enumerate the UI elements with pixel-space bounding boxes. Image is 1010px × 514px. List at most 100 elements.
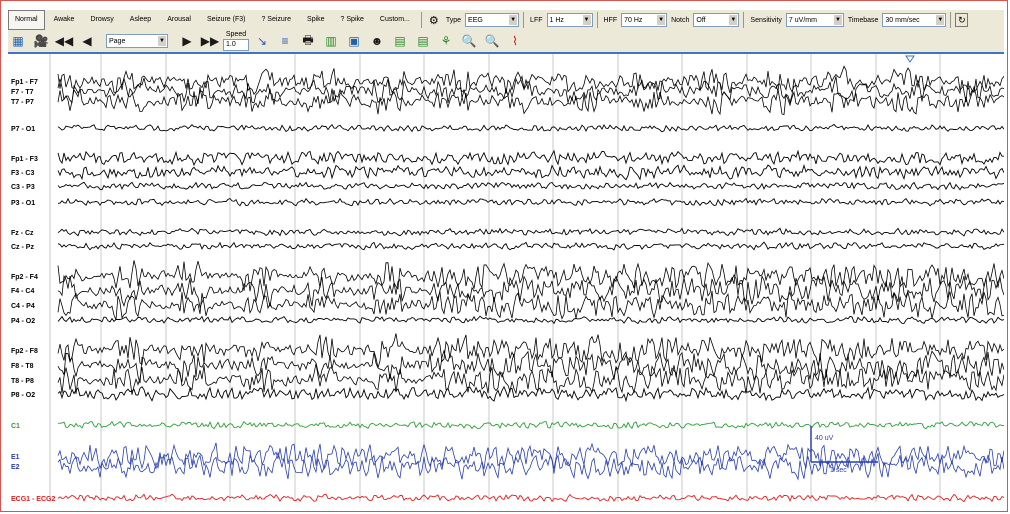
navigation-toolbar: ▦ 🎥 ◀◀ ◀ Page ▼ ▶ ▶▶ Speed 1.0 ↘ ≡ 🖶 ▥ ▣ …: [8, 30, 1004, 53]
channel-trace: [57, 420, 1004, 430]
type-select[interactable]: EEG ▼: [465, 13, 520, 27]
chevron-down-icon: ▼: [657, 15, 666, 25]
channel-label[interactable]: Fp1 - F3: [11, 156, 38, 163]
channel-trace: [57, 363, 1004, 395]
event-possible-spike-button[interactable]: ? Spike: [334, 10, 371, 30]
fast-forward-icon[interactable]: ▶▶: [200, 32, 220, 50]
video-camera-icon[interactable]: 🎥: [31, 32, 51, 50]
network-icon[interactable]: ⚘: [436, 32, 456, 50]
notch-label: Notch: [671, 16, 690, 24]
timebase-label: Timebase: [847, 16, 879, 24]
channel-labels: Fp1 - F7 F7 - T7 T7 - P7 P7 - O1 Fp1 - F3 F3 …: [11, 79, 55, 502]
hff-select[interactable]: 70 Hz ▼: [621, 13, 668, 27]
eeg-trace-area[interactable]: Fp1 - F7 F7 - T7 T7 - P7 P7 - O1 Fp1 - F3 F3 …: [8, 52, 1004, 502]
event-custom-button[interactable]: Custom...: [373, 10, 417, 30]
sensitivity-label: Sensitivity: [750, 16, 782, 24]
channel-label[interactable]: Fz - Cz: [11, 230, 34, 237]
spectrum-icon[interactable]: ▣: [344, 32, 364, 50]
event-drowsy-button[interactable]: Drowsy: [83, 10, 120, 30]
stop-marker-icon[interactable]: ≡: [275, 32, 295, 50]
chevron-down-icon: ▼: [833, 15, 842, 25]
waveform-icon[interactable]: ⌇: [505, 32, 525, 50]
event-toolbar: Normal Awake Drowsy Asleep Arousal Seizu…: [8, 10, 1004, 31]
event-spike-button[interactable]: Spike: [300, 10, 332, 30]
event-normal-button[interactable]: Normal: [8, 10, 45, 30]
chevron-down-icon: ▼: [729, 15, 738, 25]
channel-trace: [57, 260, 1004, 292]
channel-traces: [57, 65, 1004, 502]
eeg-trace-canvas[interactable]: Fp1 - F7 F7 - T7 T7 - P7 P7 - O1 Fp1 - F3 F3 …: [8, 54, 1004, 502]
channel-label[interactable]: F8 - T8: [11, 363, 34, 370]
columns-icon[interactable]: ▥: [321, 32, 341, 50]
save-montage-alt-icon[interactable]: ▤: [413, 32, 433, 50]
channel-trace: [57, 227, 1004, 237]
rewind-icon[interactable]: ◀◀: [54, 32, 74, 50]
channel-trace: [57, 493, 1004, 502]
timebase-select[interactable]: 30 mm/sec ▼: [882, 13, 947, 27]
channel-label[interactable]: T8 - P8: [11, 378, 34, 385]
channel-label[interactable]: C1: [11, 423, 20, 430]
sensitivity-select[interactable]: 7 uV/mm ▼: [785, 13, 844, 27]
channel-label[interactable]: C4 - P4: [11, 303, 35, 310]
refresh-icon[interactable]: ↻: [955, 13, 969, 27]
channel-label[interactable]: C3 - P3: [11, 184, 35, 191]
channel-label[interactable]: P8 - O2: [11, 392, 35, 399]
channel-label[interactable]: E1: [11, 454, 20, 461]
scale-time-label: 1 sec: [830, 467, 847, 474]
toolbar-divider: [420, 12, 422, 28]
step-back-icon[interactable]: ◀: [77, 32, 97, 50]
event-arousal-button[interactable]: Arousal: [160, 10, 198, 30]
channel-trace: [57, 333, 1004, 368]
time-gridlines: [49, 54, 941, 502]
channel-label[interactable]: ECG1 - ECG2: [11, 496, 55, 502]
time-marker-icon[interactable]: [905, 55, 915, 63]
settings-gear-icon[interactable]: ⚙: [426, 12, 442, 28]
chevron-down-icon: ▼: [936, 15, 945, 25]
channel-trace: [57, 274, 1004, 309]
zoom-out-icon[interactable]: 🔍: [482, 32, 502, 50]
toolbar-divider: [523, 12, 525, 28]
print-icon[interactable]: 🖶: [298, 32, 318, 50]
montage-icon[interactable]: ▦: [8, 32, 28, 50]
event-seizure-button[interactable]: Seizure (F3): [200, 10, 253, 30]
page-select[interactable]: Page ▼: [106, 34, 168, 48]
channel-label[interactable]: F7 - T7: [11, 89, 34, 96]
speed-stepper[interactable]: 1.0: [223, 39, 249, 51]
scale-amplitude-label: 40 uV: [815, 435, 834, 442]
toolbar-divider: [950, 12, 952, 28]
chevron-down-icon: ▼: [582, 15, 591, 25]
channel-trace: [57, 149, 1004, 167]
channel-trace: [57, 385, 1004, 403]
lff-select[interactable]: 1 Hz ▼: [546, 13, 593, 27]
channel-label[interactable]: F4 - C4: [11, 288, 34, 295]
event-awake-button[interactable]: Awake: [47, 10, 82, 30]
play-marker-icon[interactable]: ↘: [252, 32, 272, 50]
channel-label[interactable]: T7 - P7: [11, 99, 34, 106]
step-forward-icon[interactable]: ▶: [177, 32, 197, 50]
scale-bar: 40 uV 1 sec: [810, 426, 878, 474]
search-person-icon[interactable]: ☻: [367, 32, 387, 50]
channel-trace: [57, 123, 1004, 133]
save-montage-icon[interactable]: ▤: [390, 32, 410, 50]
channel-label[interactable]: Cz - Pz: [11, 244, 34, 251]
channel-label[interactable]: P7 - O1: [11, 126, 35, 133]
speed-control: Speed 1.0: [223, 31, 249, 51]
toolbar-divider: [743, 12, 745, 28]
channel-label[interactable]: Fp1 - F7: [11, 79, 38, 86]
channel-label[interactable]: Fp2 - F8: [11, 348, 38, 355]
channel-trace: [57, 241, 1004, 251]
channel-label[interactable]: P4 - O2: [11, 318, 35, 325]
chevron-down-icon: ▼: [509, 15, 518, 25]
channel-label[interactable]: F3 - C3: [11, 170, 34, 177]
zoom-in-icon[interactable]: 🔍: [459, 32, 479, 50]
toolbar-divider: [596, 12, 598, 28]
channel-label[interactable]: Fp2 - F4: [11, 274, 38, 281]
chevron-down-icon: ▼: [158, 36, 166, 46]
channel-trace: [57, 315, 1004, 325]
lff-label: LFF: [530, 16, 543, 24]
event-asleep-button[interactable]: Asleep: [123, 10, 158, 30]
notch-select[interactable]: Off ▼: [693, 13, 740, 27]
event-possible-seizure-button[interactable]: ? Seizure: [254, 10, 298, 30]
channel-label[interactable]: E2: [11, 464, 20, 471]
channel-label[interactable]: P3 - O1: [11, 200, 35, 207]
